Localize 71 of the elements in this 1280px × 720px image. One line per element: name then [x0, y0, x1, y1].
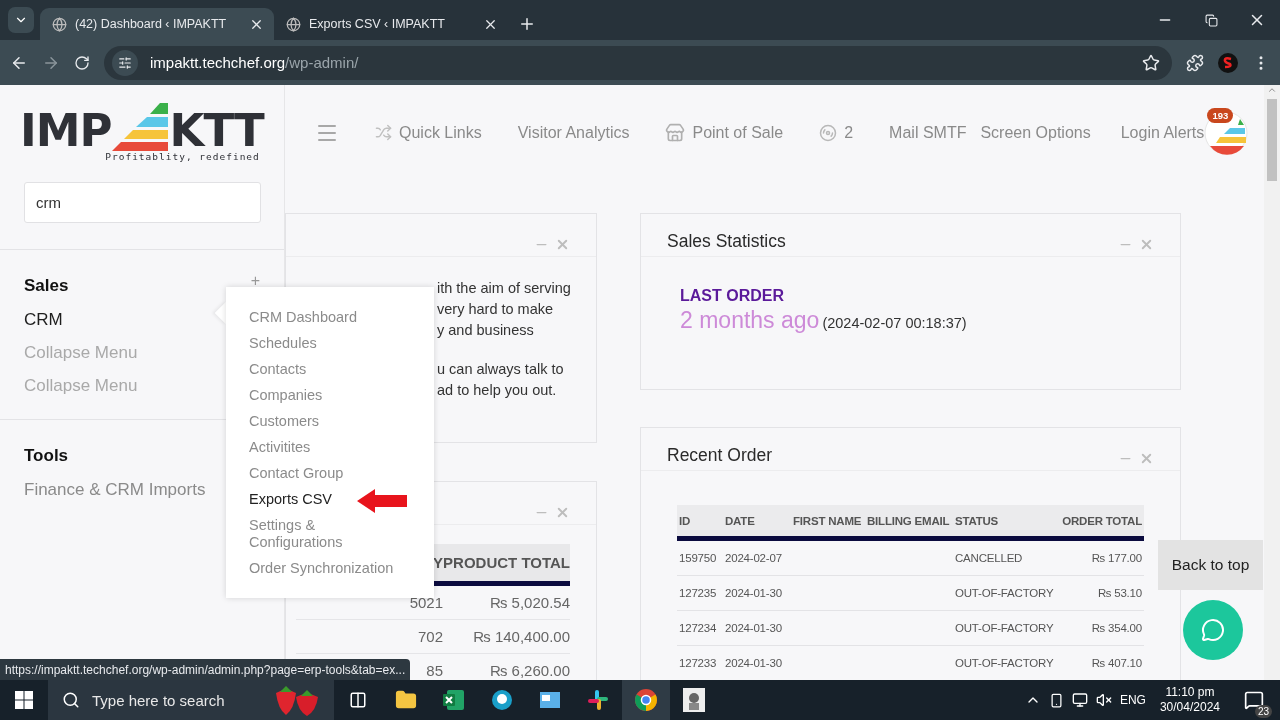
submenu-item[interactable]: Settings & Configurations [249, 513, 409, 556]
table-cell: 5021 [409, 594, 443, 611]
table-cell: OUT-OF-FACTORY [955, 587, 1053, 599]
status-link-tooltip: https://impaktt.techchef.org/wp-admin/admin.php?page=erp-tools&tab=ex... [0, 659, 411, 680]
column-header: PRODUCT TOTAL [443, 554, 570, 571]
table-cell-text: 159750 [679, 552, 718, 564]
column-header: ID [679, 514, 692, 527]
nav-link[interactable]: Screen Options [980, 123, 1091, 142]
logo-text: KTT [169, 111, 264, 151]
column-header: FIRST NAME [793, 514, 863, 527]
table-cell: 702 [417, 628, 443, 645]
table-cell-text: CANCELLED [955, 552, 1024, 564]
alert-count-badge: 193 [1207, 107, 1234, 123]
table-cell-text: 127234 [679, 622, 718, 634]
taskbar-search-field[interactable]: Type here to search [48, 680, 334, 720]
welcome-paragraph: ith the aim of serving very hard to make y and business [437, 279, 572, 340]
table-cell: ₨ 5,020.54 [489, 594, 570, 611]
section-title: Tools [24, 446, 69, 466]
table-cell: OUT-OF-FACTORY [955, 657, 1053, 669]
table-cell-text: 127235 [679, 587, 718, 599]
table-cell-text: 127233 [679, 657, 718, 669]
language-indicator[interactable]: ENG [1119, 693, 1146, 707]
submenu-item[interactable]: Contact Group [249, 461, 409, 487]
table-cell: 85 [426, 662, 443, 679]
logo-tagline: Profitablity, redefined [105, 151, 260, 162]
tab-title: Exports CSV ‹ IMPAKTT [309, 17, 446, 31]
submenu-item[interactable]: Customers [249, 409, 409, 435]
table-cell-text: ₨ 407.10 [1090, 657, 1142, 669]
table-cell-text: 2024-02-07 [725, 552, 783, 564]
nav-link[interactable]: Mail SMTF [889, 123, 967, 142]
column-header: DATE [725, 514, 756, 527]
submenu-item[interactable]: Exports CSV [249, 487, 409, 513]
column-header: ORDER TOTAL [1061, 514, 1142, 527]
nav-link[interactable]: 2 [819, 123, 854, 142]
table-cell-text: 2024-01-30 [725, 657, 783, 669]
table-cell-text: ₨ 354.00 [1090, 622, 1142, 634]
logo-text: IMP [20, 111, 112, 151]
card-title: Recent Order [667, 445, 773, 466]
table-cell-text: ₨ 177.00 [1090, 552, 1142, 564]
expand-toggle[interactable]: + [250, 272, 260, 290]
nav-link[interactable]: Visitor Analytics [517, 123, 630, 142]
table-cell-text: 2024-01-30 [725, 587, 783, 599]
submenu-item[interactable]: Contacts [249, 357, 409, 383]
stat-label: LAST ORDER [680, 287, 785, 305]
last-order-age: 2 months ago [680, 307, 820, 334]
submenu-item[interactable]: CRM Dashboard [249, 305, 409, 331]
browser-tab[interactable]: Exports CSV ‹ IMPAKTT [274, 8, 508, 40]
table-cell-text: 2024-01-30 [725, 622, 783, 634]
section-title: Sales [24, 276, 69, 296]
taskbar-clock[interactable]: 11:10 pm 30/04/2024 [1153, 685, 1226, 715]
browser-tab[interactable]: (42) Dashboard ‹ IMPAKTT [40, 8, 274, 40]
table-cell-text: ₨ 53.10 [1097, 587, 1142, 599]
nav-link[interactable]: Point of Sale [665, 122, 784, 143]
card-title: Sales Statistics [667, 231, 786, 252]
nav-link[interactable]: Quick Links [375, 123, 482, 142]
table-cell: OUT-OF-FACTORY [955, 622, 1053, 634]
welcome-paragraph: u can always talk to ad to help you out. [437, 360, 565, 400]
menu-search-field[interactable]: crm [24, 182, 261, 223]
table-cell: ₨ 140,400.00 [473, 628, 570, 645]
back-to-top-button[interactable]: Back to top [1158, 540, 1263, 590]
submenu-item[interactable]: Activitites [249, 435, 409, 461]
column-header: STATUS [955, 514, 1000, 527]
notification-count: 23 [1254, 705, 1272, 718]
submenu-item[interactable]: Schedules [249, 331, 409, 357]
submenu-item[interactable]: Companies [249, 383, 409, 409]
last-order-time: (2024-02-07 00:18:37) [822, 315, 967, 331]
table-cell: ₨ 6,260.00 [489, 662, 570, 679]
submenu-item[interactable]: Order Synchronization [249, 556, 409, 582]
column-header: Y [433, 554, 443, 571]
column-header: BILLING EMAIL [867, 514, 951, 527]
tab-title: (42) Dashboard ‹ IMPAKTT [75, 17, 228, 31]
